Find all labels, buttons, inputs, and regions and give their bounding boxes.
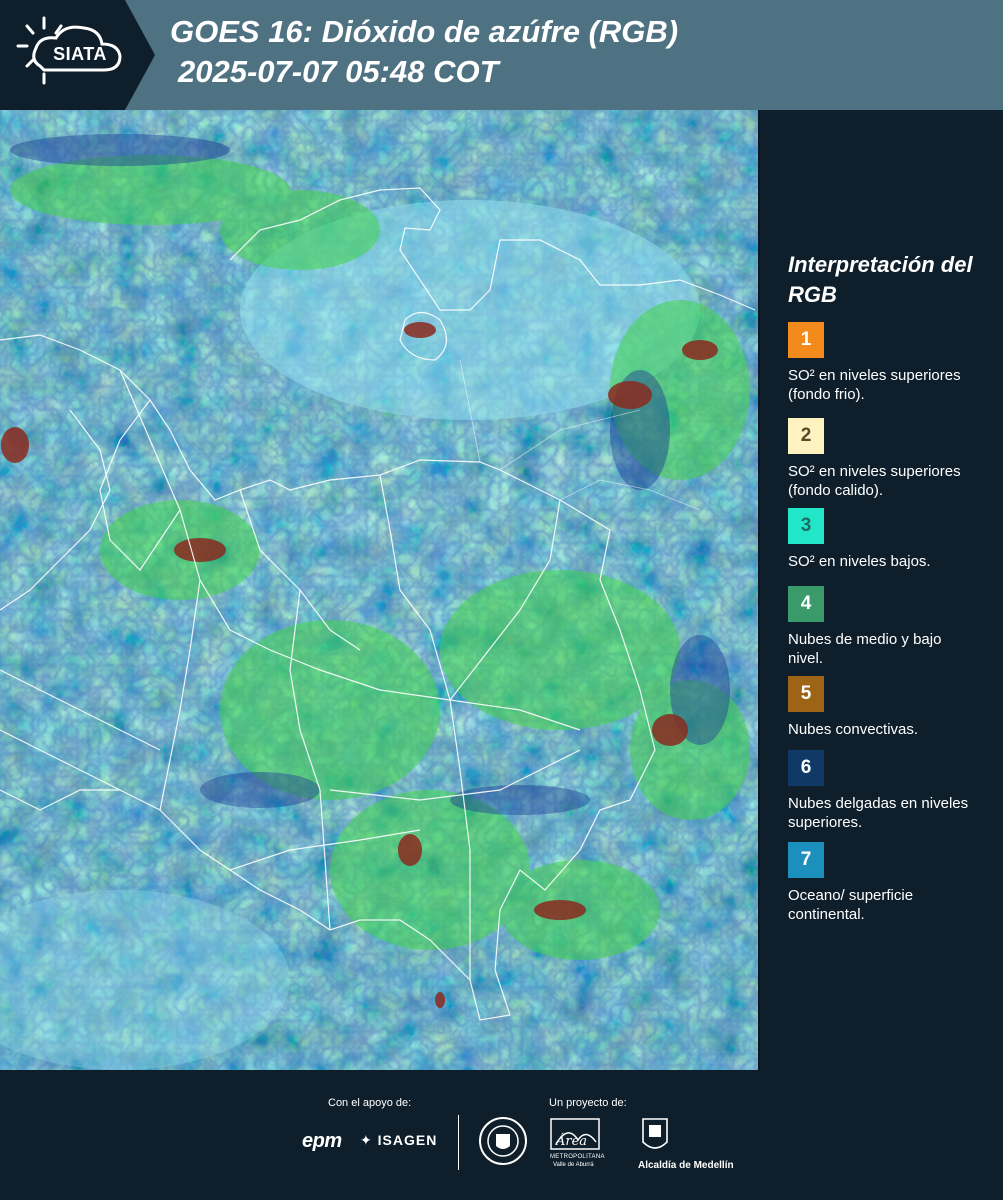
legend-title: Interpretación del RGB	[788, 252, 973, 307]
legend-item-2: 2 SO² en niveles superiores (fondo calid…	[788, 418, 998, 500]
legend-swatch-7: 7	[788, 842, 824, 878]
legend-label-5: Nubes convectivas.	[788, 721, 919, 738]
legend-swatch-4: 4	[788, 586, 824, 622]
header-bar: SIATA GOES 16: Dióxido de azúfre (RGB) 2…	[0, 0, 1003, 110]
legend-swatch-2: 2	[788, 418, 824, 454]
legend-swatch-3: 3	[788, 508, 824, 544]
legend-item-1: 1 SO² en niveles superiores (fondo frio)…	[788, 322, 998, 404]
alcaldia-crest-icon[interactable]	[640, 1116, 670, 1156]
isagen-icon: ✦	[360, 1132, 378, 1148]
legend-item-4: 4 Nubes de medio y bajo nivel.	[788, 586, 998, 668]
legend-item-3: 3 SO² en niveles bajos.	[788, 508, 998, 571]
alcaldia-label: Alcaldía de Medellín	[638, 1160, 734, 1171]
legend-label-3: SO² en niveles bajos.	[788, 553, 931, 570]
legend-item-5: 5 Nubes convectivas.	[788, 676, 998, 739]
area-label-line1: METROPOLITANA	[550, 1154, 605, 1160]
university-seal-icon[interactable]	[478, 1116, 528, 1166]
legend-label-6: Nubes delgadas en niveles superiores.	[788, 795, 969, 831]
siata-logo[interactable]: SIATA	[0, 0, 160, 110]
legend-panel: Interpretación del RGB 1 SO² en niveles …	[770, 110, 1003, 1070]
legend-item-7: 7 Oceano/ superficie continental.	[788, 842, 998, 924]
legend-swatch-1: 1	[788, 322, 824, 358]
legend-label-7: Oceano/ superficie continental.	[788, 887, 914, 923]
isagen-logo[interactable]: ✦ ISAGEN	[360, 1132, 437, 1149]
legend-label-2: SO² en niveles superiores (fondo calido)…	[788, 463, 961, 499]
area-script-label: Área	[556, 1134, 588, 1149]
legend-label-4: Nubes de medio y bajo nivel.	[788, 631, 942, 667]
brand-text: SIATA	[53, 44, 107, 64]
footer-bar: Con el apoyo de: Un proyecto de: epm ✦ I…	[0, 1070, 1003, 1200]
area-label-line2: Valle de Aburrá	[553, 1162, 594, 1168]
satellite-image	[0, 110, 758, 1070]
epm-logo[interactable]: epm	[302, 1130, 342, 1153]
project-caption: Un proyecto de:	[549, 1097, 627, 1109]
legend-label-1: SO² en niveles superiores (fondo frio).	[788, 367, 961, 403]
isagen-label: ISAGEN	[377, 1132, 438, 1148]
support-caption: Con el apoyo de:	[328, 1097, 412, 1109]
legend-item-6: 6 Nubes delgadas en niveles superiores.	[788, 750, 998, 832]
satellite-map[interactable]	[0, 110, 760, 1070]
page-title: GOES 16: Dióxido de azúfre (RGB)	[170, 14, 679, 49]
legend-swatch-5: 5	[788, 676, 824, 712]
legend-swatch-6: 6	[788, 750, 824, 786]
footer-divider	[458, 1115, 459, 1170]
timestamp: 2025-07-07 05:48 COT	[178, 54, 499, 89]
